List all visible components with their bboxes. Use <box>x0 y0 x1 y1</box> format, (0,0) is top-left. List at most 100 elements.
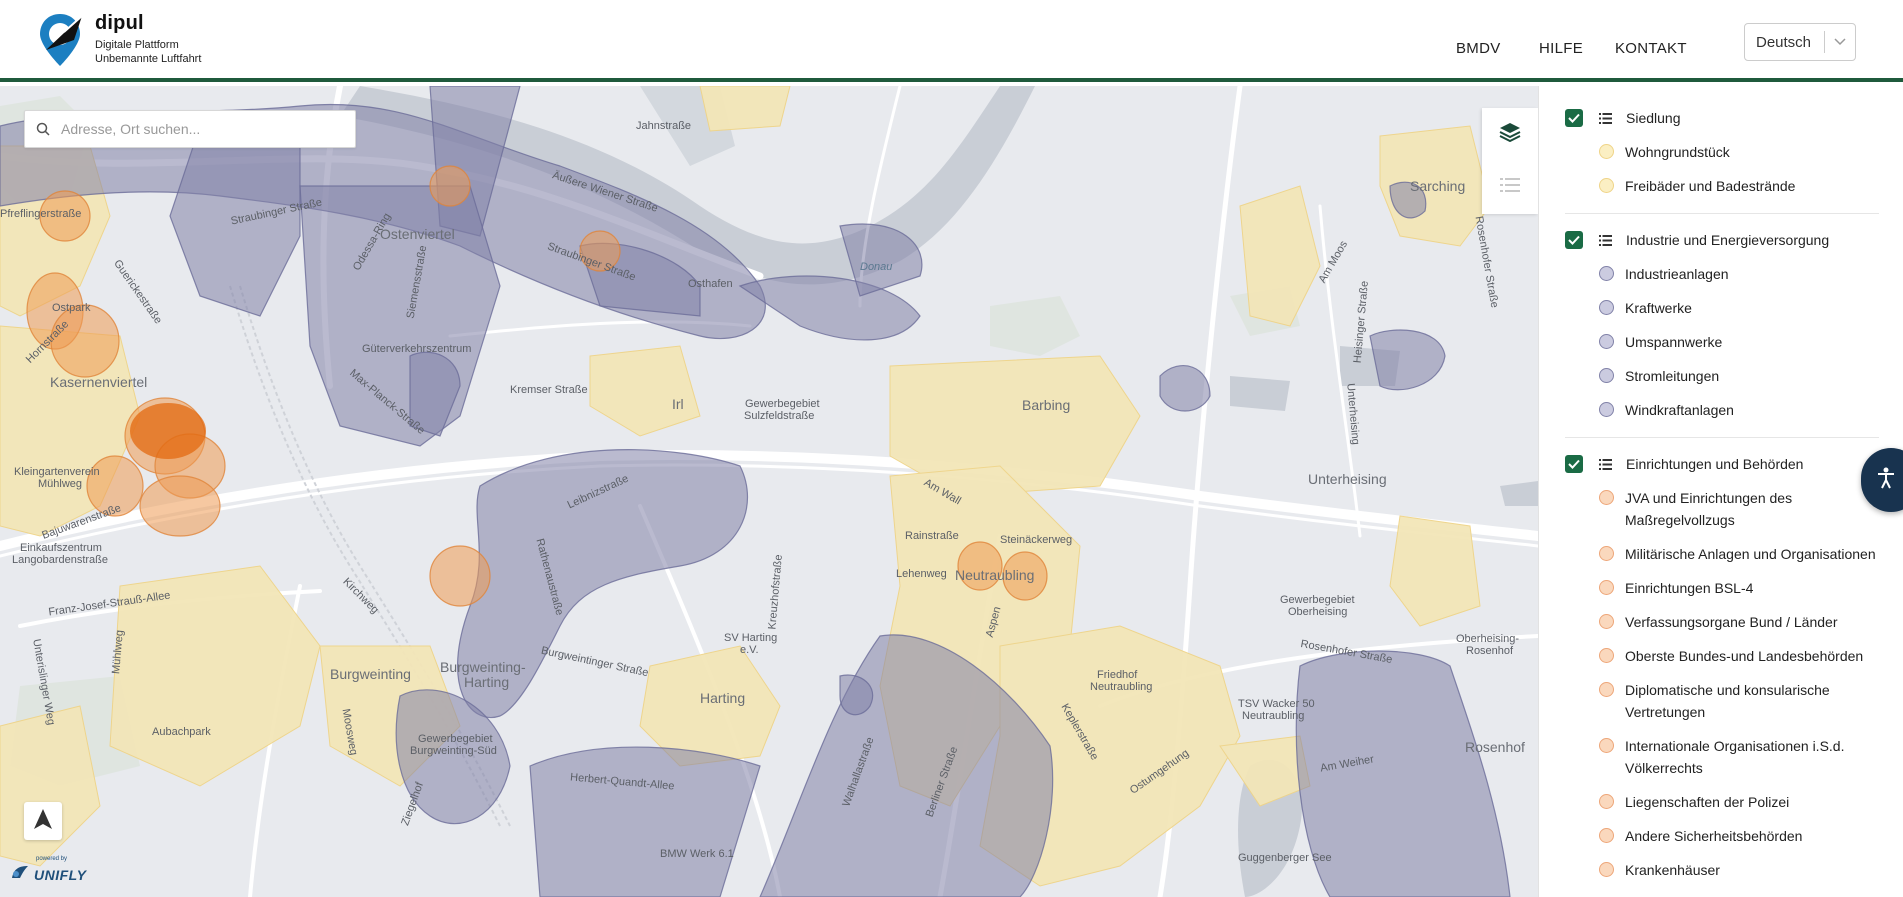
layer-item-label: Stromleitungen <box>1625 368 1720 384</box>
divider <box>1565 437 1879 438</box>
attribution-powered-by: powered by <box>36 856 68 862</box>
layer-item-militaer[interactable]: Militärische Anlagen und Organisationen <box>1599 543 1879 565</box>
legend-dot <box>1599 368 1614 383</box>
unifly-logo-icon <box>10 864 30 885</box>
layer-group-einrichtungen: Einrichtungen und Behörden <box>1565 453 1881 475</box>
checkbox-einrichtungen[interactable] <box>1565 455 1583 473</box>
legend-dot <box>1599 300 1614 315</box>
layer-item-label: Verfassungsorgane Bund / Länder <box>1625 614 1838 630</box>
map-canvas[interactable]: Jahnstraße Äußere Wiener Straße Straubin… <box>0 86 1538 897</box>
compass-button[interactable] <box>24 802 62 840</box>
layer-item-label: Freibäder und Badestrände <box>1625 178 1796 194</box>
brand-subtitle-2: Unbemannte Luftfahrt <box>95 53 202 65</box>
checkbox-siedlung[interactable] <box>1565 109 1583 127</box>
check-icon <box>1568 235 1580 245</box>
map-label: Kleingartenverein <box>14 466 100 478</box>
layer-item-stromleitungen[interactable]: Stromleitungen <box>1599 365 1879 387</box>
north-arrow-icon <box>33 808 53 835</box>
layer-item-freibaeder[interactable]: Freibäder und Badestrände <box>1599 175 1879 197</box>
map-label: Steinäckerweg <box>1000 534 1073 546</box>
layer-item-label: Militärische Anlagen und Organisationen <box>1625 546 1876 562</box>
tab-layers[interactable] <box>1482 108 1538 161</box>
layer-item-bsl4[interactable]: Einrichtungen BSL-4 <box>1599 577 1879 599</box>
dipul-logo-icon[interactable] <box>38 10 88 68</box>
accessibility-icon <box>1877 467 1895 494</box>
map-label: Einkaufszentrum <box>20 542 102 554</box>
unifly-attribution[interactable]: powered by UNIFLY <box>10 856 87 885</box>
list-icon[interactable] <box>1599 458 1612 470</box>
divider <box>1565 213 1879 214</box>
map-label: Oberheising <box>1288 606 1348 618</box>
map-label: Gewerbegebiet <box>745 398 820 410</box>
layer-item-wohngrundstueck[interactable]: Wohngrundstück <box>1599 141 1879 163</box>
tab-list[interactable] <box>1482 161 1538 214</box>
layer-item-sicherheitsbehoerden[interactable]: Andere Sicherheitsbehörden <box>1599 825 1879 847</box>
legend-dot <box>1599 546 1614 561</box>
layer-item-verfassungsorgane[interactable]: Verfassungsorgane Bund / Länder <box>1599 611 1879 633</box>
brand-title: dipul <box>95 12 144 34</box>
map-label: Kasernenviertel <box>50 374 148 390</box>
map-label: Harting <box>700 690 746 706</box>
layer-item-krankenhaeuser[interactable]: Krankenhäuser <box>1599 859 1879 881</box>
layer-item-industrieanlagen[interactable]: Industrieanlagen <box>1599 263 1879 285</box>
nav-bmdv[interactable]: BMDV <box>1456 40 1501 57</box>
layer-panel: Siedlung Wohngrundstück Freibäder und Ba… <box>1538 86 1903 897</box>
map-label: Pfreflingerstraße <box>0 208 82 220</box>
layer-item-jva[interactable]: JVA und Einrichtungen des Maßregelvollzu… <box>1599 487 1879 531</box>
layer-item-label: Windkraftanlagen <box>1625 402 1734 418</box>
map-label: Friedhof <box>1097 669 1138 681</box>
attribution-brand: UNIFLY <box>34 866 87 883</box>
map-label: Kremser Straße <box>510 384 588 396</box>
map-label: Donau <box>860 261 893 273</box>
legend-dot <box>1599 144 1614 159</box>
list-icon[interactable] <box>1599 112 1612 124</box>
search-input[interactable] <box>61 121 341 137</box>
layer-group-label: Industrie und Energieversorgung <box>1626 232 1830 248</box>
search-icon <box>25 122 61 136</box>
map-label: Unterheising <box>1308 471 1387 487</box>
map-search <box>24 110 356 148</box>
layer-item-label: Wohngrundstück <box>1625 144 1730 160</box>
legend-dot <box>1599 738 1614 753</box>
layer-group-label: Einrichtungen und Behörden <box>1626 456 1804 472</box>
checkbox-industrie[interactable] <box>1565 231 1583 249</box>
layer-item-diplomatische[interactable]: Diplomatische und konsularische Vertretu… <box>1599 679 1879 723</box>
map-label: SV Harting <box>724 632 778 644</box>
layer-item-label: Andere Sicherheitsbehörden <box>1625 828 1803 844</box>
map-label: Burgweinting <box>330 666 411 682</box>
legend-dot <box>1599 794 1614 809</box>
legend-dot <box>1599 178 1614 193</box>
map-label: Rosenhof <box>1465 739 1525 755</box>
layer-item-windkraftanlagen[interactable]: Windkraftanlagen <box>1599 399 1879 421</box>
layer-item-internationale[interactable]: Internationale Organisationen i.S.d. Völ… <box>1599 735 1879 779</box>
layer-item-oberste-behoerden[interactable]: Oberste Bundes-und Landesbehörden <box>1599 645 1879 667</box>
list-icon[interactable] <box>1599 234 1612 246</box>
brand-subtitle-1: Digitale Plattform <box>95 39 179 51</box>
map-label: Irl <box>672 396 684 412</box>
map-label: Langobardenstraße <box>12 554 109 566</box>
layer-item-label: Industrieanlagen <box>1625 266 1729 282</box>
nav-kontakt[interactable]: KONTAKT <box>1615 40 1687 57</box>
map-label: BMW Werk 6.1 <box>660 848 734 860</box>
legend-dot <box>1599 490 1614 505</box>
legend-dot <box>1599 614 1614 629</box>
map-label: Gewerbegebiet <box>418 733 493 745</box>
map-label: Sulzfeldstraße <box>744 410 815 422</box>
layer-item-label: Einrichtungen BSL-4 <box>1625 580 1754 596</box>
layer-item-polizei[interactable]: Liegenschaften der Polizei <box>1599 791 1879 813</box>
map-label: Gewerbegebiet <box>1280 594 1355 606</box>
language-value: Deutsch <box>1756 33 1812 51</box>
map-label: Lehenweg <box>896 568 947 580</box>
language-select[interactable]: Deutsch <box>1744 23 1856 61</box>
map-label: Burgweinting-Süd <box>410 745 497 757</box>
map-label: Sarching <box>1410 178 1466 194</box>
chevron-down-icon <box>1825 35 1855 49</box>
map-label: Harting <box>464 674 510 690</box>
legend-dot <box>1599 648 1614 663</box>
brand: dipul Digitale Plattform Unbemannte Luft… <box>95 12 201 66</box>
map-label: Aubachpark <box>152 726 211 738</box>
layer-item-kraftwerke[interactable]: Kraftwerke <box>1599 297 1879 319</box>
nav-hilfe[interactable]: HILFE <box>1539 40 1583 57</box>
layer-item-umspannwerke[interactable]: Umspannwerke <box>1599 331 1879 353</box>
layer-group-industrie: Industrie und Energieversorgung <box>1565 229 1881 251</box>
